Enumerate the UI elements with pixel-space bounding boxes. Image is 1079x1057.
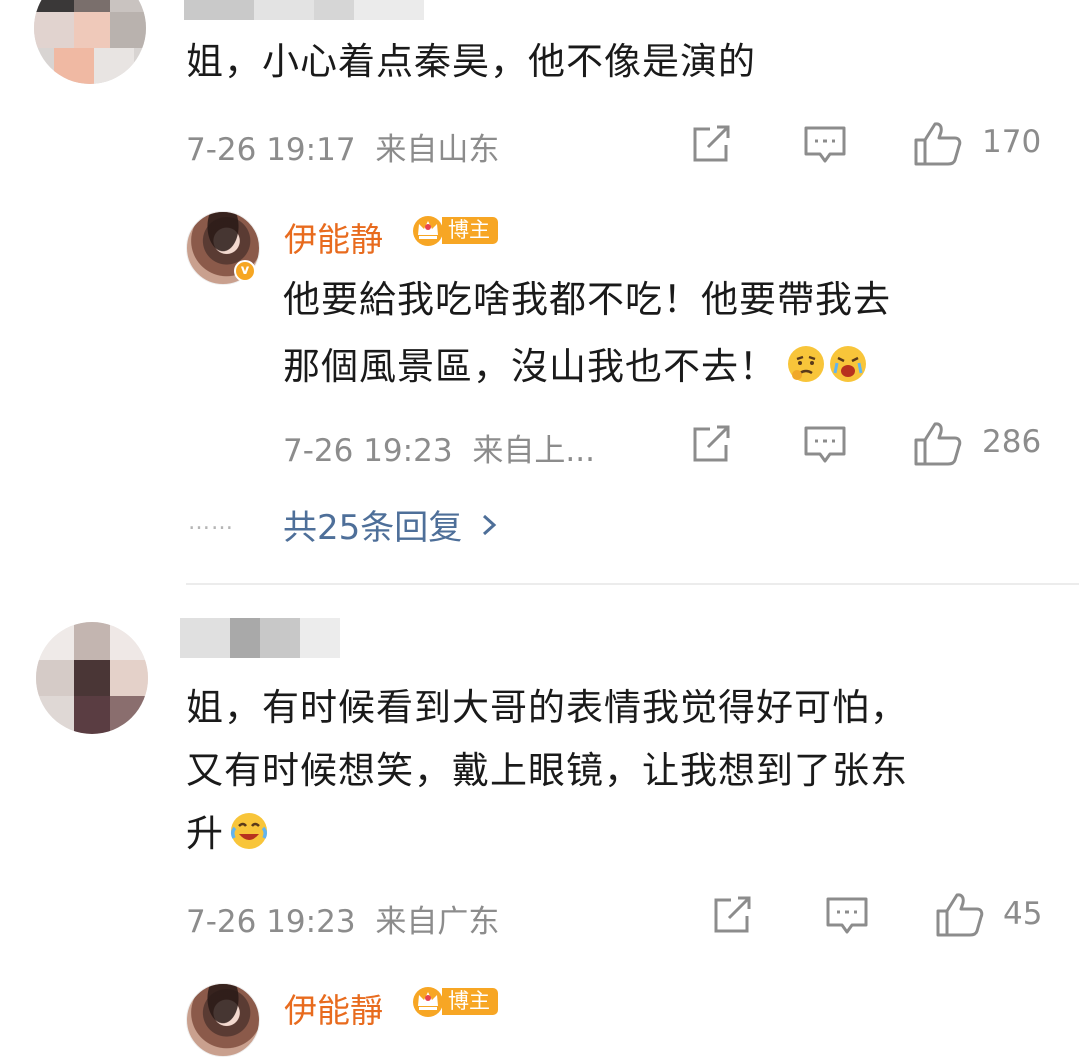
reply-text: 他要給我吃啥我都不吃！他要帶我去 那個風景區，沒山我也不去！ bbox=[283, 270, 891, 402]
location: 来自山东 bbox=[375, 132, 500, 168]
blogger-avatar[interactable] bbox=[186, 983, 260, 1057]
comment-text: 姐，有时候看到大哥的表情我觉得好可怕， 又有时候想笑，戴上眼镜，让我想到了张东 … bbox=[186, 678, 908, 869]
blogger-badge: 博主 bbox=[410, 213, 498, 247]
timestamp: 7-26 19:23 bbox=[186, 904, 356, 940]
comment-divider bbox=[186, 583, 1079, 585]
comment-icon[interactable] bbox=[803, 424, 847, 470]
location: 来自上... bbox=[472, 433, 595, 469]
blogger-badge-label: 博主 bbox=[442, 987, 498, 1015]
thinking-emoji-icon bbox=[785, 343, 827, 402]
comment-icon[interactable] bbox=[803, 124, 847, 170]
comment-meta: 7-26 19:17 来自山东 bbox=[186, 124, 499, 169]
more-replies-dots: …… bbox=[188, 510, 234, 535]
share-icon[interactable] bbox=[690, 425, 732, 469]
like-count: 45 bbox=[1003, 896, 1043, 932]
comment-meta: 7-26 19:23 来自广东 bbox=[186, 896, 499, 941]
like-icon[interactable] bbox=[913, 120, 963, 172]
chevron-right-icon bbox=[481, 506, 497, 546]
blogger-badge: 博主 bbox=[410, 984, 498, 1018]
like-count: 170 bbox=[982, 124, 1042, 160]
comment-text-line-1: 姐，有时候看到大哥的表情我觉得好可怕， bbox=[186, 686, 908, 729]
like-icon[interactable] bbox=[913, 420, 963, 472]
like-icon[interactable] bbox=[935, 891, 985, 943]
comment-text-line-3: 升 bbox=[186, 804, 908, 869]
crown-icon bbox=[410, 984, 446, 1018]
reply-text-line-1: 他要給我吃啥我都不吃！他要帶我去 bbox=[283, 278, 891, 321]
more-replies-link[interactable]: 共25条回复 bbox=[283, 500, 497, 549]
verified-badge-icon bbox=[234, 260, 256, 282]
crown-icon bbox=[410, 213, 446, 247]
reply-meta: 7-26 19:23 来自上... bbox=[283, 425, 595, 470]
avatar[interactable] bbox=[36, 622, 148, 734]
username-blurred[interactable] bbox=[184, 0, 424, 20]
more-replies-label: 共25条回复 bbox=[283, 508, 463, 548]
share-icon[interactable] bbox=[690, 125, 732, 169]
username-blurred[interactable] bbox=[180, 618, 340, 658]
timestamp: 7-26 19:23 bbox=[283, 433, 453, 469]
crying-emoji-icon bbox=[827, 343, 869, 402]
avatar[interactable] bbox=[34, 0, 146, 84]
location: 来自广东 bbox=[375, 904, 500, 940]
comment-text: 姐，小心着点秦昊，他不像是演的 bbox=[186, 40, 756, 83]
comment-text-line-2: 又有时候想笑，戴上眼镜，让我想到了张东 bbox=[186, 749, 908, 792]
reply-author-name[interactable]: 伊能静 bbox=[284, 213, 383, 261]
laughing-tears-emoji-icon bbox=[228, 810, 270, 869]
comment-icon[interactable] bbox=[825, 895, 869, 941]
like-count: 286 bbox=[982, 424, 1042, 460]
blogger-badge-label: 博主 bbox=[442, 216, 498, 244]
timestamp: 7-26 19:17 bbox=[186, 132, 356, 168]
share-icon[interactable] bbox=[711, 896, 753, 940]
reply-author-name[interactable]: 伊能靜 bbox=[284, 984, 383, 1032]
reply-text-line-2: 那個風景區，沒山我也不去！ bbox=[283, 337, 891, 402]
